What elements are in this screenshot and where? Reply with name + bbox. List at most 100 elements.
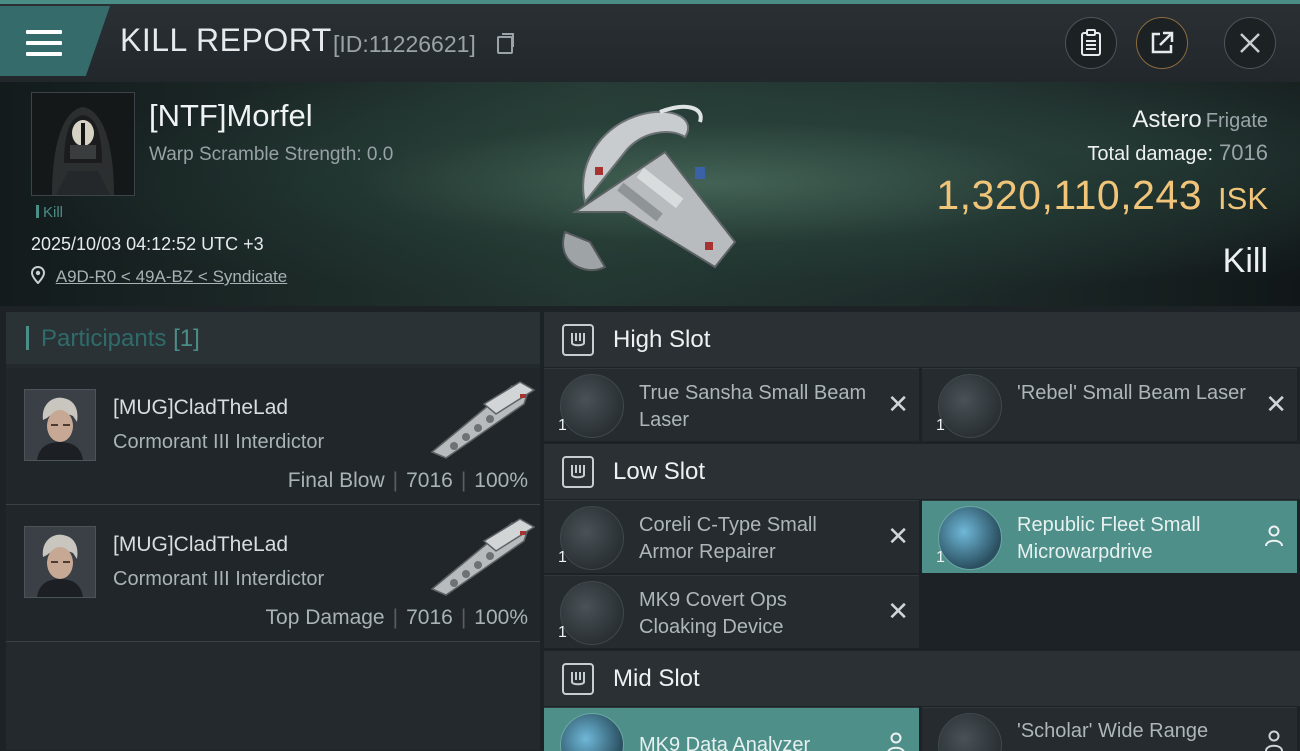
participant-ship-image — [424, 511, 536, 597]
module-item[interactable]: 1 Coreli C-Type Small Armor Repairer ✕ — [544, 500, 919, 573]
isk-unit: ISK — [1218, 181, 1268, 216]
stats-separator: | — [392, 606, 399, 629]
module-icon — [938, 713, 1002, 751]
report-id: [ID:11226621] — [333, 31, 476, 57]
module-qty: 1 — [558, 624, 567, 641]
module-qty: 1 — [558, 549, 567, 566]
person-icon — [1265, 525, 1283, 547]
module-item[interactable]: 1 Republic Fleet Small Microwarpdrive — [922, 500, 1297, 573]
participant-row[interactable]: [MUG]CladTheLad Cormorant III Interdicto… — [6, 505, 540, 642]
fitting-panel: High Slot 1 True Sansha Small Beam Laser… — [544, 312, 1300, 751]
ship-class: Frigate — [1205, 110, 1268, 132]
remove-icon[interactable]: ✕ — [887, 598, 909, 624]
victim-avatar[interactable] — [31, 92, 135, 196]
module-qty: 1 — [936, 417, 945, 434]
participant-avatar[interactable] — [24, 526, 96, 598]
menu-icon — [26, 30, 62, 58]
participant-percent: 100% — [474, 469, 528, 492]
isk-value: 1,320,110,243 ISK — [936, 172, 1268, 219]
victim-name[interactable]: [NTF]Morfel — [149, 98, 313, 134]
module-name: MK9 Data Analyzer — [639, 734, 811, 751]
avatar-image — [25, 527, 95, 597]
module-qty: 1 — [936, 549, 945, 566]
mid-slot-title: Mid Slot — [613, 665, 700, 692]
share-icon — [1151, 31, 1174, 54]
location-link[interactable]: A9D-R0 < 49A-BZ < Syndicate — [56, 267, 288, 286]
kill-result: Kill — [1222, 242, 1268, 280]
module-name: 'Scholar' Wide Range — [1017, 720, 1209, 742]
remove-icon[interactable]: ✕ — [887, 523, 909, 549]
participant-name[interactable]: [MUG]CladTheLad — [113, 396, 288, 420]
participant-stats: Final Blow | 7016 | 100% — [288, 469, 528, 493]
module-item[interactable]: 1 'Rebel' Small Beam Laser ✕ — [922, 368, 1297, 441]
share-button[interactable] — [1136, 17, 1188, 69]
victim-ship-image — [545, 92, 755, 282]
module-item[interactable]: 1 MK9 Covert Ops Cloaking Device ✕ — [544, 575, 919, 648]
participants-panel: Participants [1] [MUG]CladTheLad Cormora… — [6, 312, 540, 750]
map-pin-icon — [31, 266, 45, 284]
module-item[interactable]: 'Scholar' Wide Range — [922, 707, 1297, 751]
avatar-image — [25, 390, 95, 460]
module-name: Coreli C-Type Small Armor Repairer — [639, 514, 817, 563]
high-slot-title: High Slot — [613, 326, 711, 353]
header-accent — [26, 326, 29, 350]
slot-icon — [562, 456, 594, 488]
participant-row[interactable]: [MUG]CladTheLad Cormorant III Interdicto… — [6, 368, 540, 505]
module-icon — [560, 581, 624, 645]
clipboard-icon — [1081, 29, 1101, 56]
low-slot-title: Low Slot — [613, 458, 706, 485]
stats-separator: | — [460, 469, 467, 492]
menu-button[interactable] — [0, 6, 110, 76]
participants-count: [1] — [173, 325, 200, 352]
close-button[interactable] — [1224, 17, 1276, 69]
participant-ship-image — [424, 374, 536, 460]
participant-stats: Top Damage | 7016 | 100% — [266, 606, 528, 630]
module-icon — [938, 374, 1002, 438]
total-damage-label: Total damage: — [1087, 143, 1214, 165]
page-title: KILL REPORT — [120, 22, 332, 58]
ship-name: Astero — [1132, 106, 1202, 133]
participant-percent: 100% — [474, 606, 528, 629]
copy-icon[interactable] — [497, 33, 514, 54]
participant-damage: 7016 — [406, 469, 453, 492]
warp-scramble-strength: Warp Scramble Strength: 0.0 — [149, 144, 394, 165]
isk-amount: 1,320,110,243 — [936, 172, 1203, 218]
module-icon — [560, 374, 624, 438]
participant-role: Final Blow — [287, 469, 385, 492]
mid-slot-header: Mid Slot — [544, 651, 1300, 706]
slot-icon — [562, 324, 594, 356]
kill-location[interactable]: A9D-R0 < 49A-BZ < Syndicate — [31, 266, 287, 287]
module-icon — [560, 713, 624, 751]
module-qty: 1 — [558, 417, 567, 434]
remove-icon[interactable]: ✕ — [887, 391, 909, 417]
person-icon — [1265, 730, 1283, 751]
stats-separator: | — [392, 469, 399, 492]
kill-tag: Kill — [36, 204, 63, 221]
participants-header: Participants [1] — [6, 312, 540, 364]
module-item[interactable]: MK9 Data Analyzer — [544, 707, 919, 751]
victim-ship-type: Astero Frigate — [1132, 106, 1268, 134]
total-damage: Total damage: 7016 — [1087, 140, 1268, 166]
avatar-image — [32, 93, 134, 195]
total-damage-value: 7016 — [1219, 140, 1268, 165]
stats-separator: | — [460, 606, 467, 629]
slot-icon — [562, 663, 594, 695]
module-icon — [938, 506, 1002, 570]
module-icon — [560, 506, 624, 570]
report-button[interactable] — [1065, 17, 1117, 69]
participant-role: Top Damage — [265, 606, 385, 629]
module-name: MK9 Covert Ops Cloaking Device — [639, 589, 787, 638]
remove-icon[interactable]: ✕ — [1265, 391, 1287, 417]
low-slot-header: Low Slot — [544, 444, 1300, 499]
participant-name[interactable]: [MUG]CladTheLad — [113, 533, 288, 557]
participant-avatar[interactable] — [24, 389, 96, 461]
victim-header: [NTF]Morfel Warp Scramble Strength: 0.0 … — [0, 82, 1300, 306]
participants-label: Participants — [41, 325, 167, 352]
kill-datetime: 2025/10/03 04:12:52 UTC +3 — [31, 234, 264, 254]
participants-title: Participants [1] — [41, 325, 200, 353]
module-item[interactable]: 1 True Sansha Small Beam Laser ✕ — [544, 368, 919, 441]
person-icon — [887, 732, 905, 751]
module-name: 'Rebel' Small Beam Laser — [1017, 382, 1246, 404]
module-name: Republic Fleet Small Microwarpdrive — [1017, 514, 1201, 563]
module-name: True Sansha Small Beam Laser — [639, 382, 867, 431]
